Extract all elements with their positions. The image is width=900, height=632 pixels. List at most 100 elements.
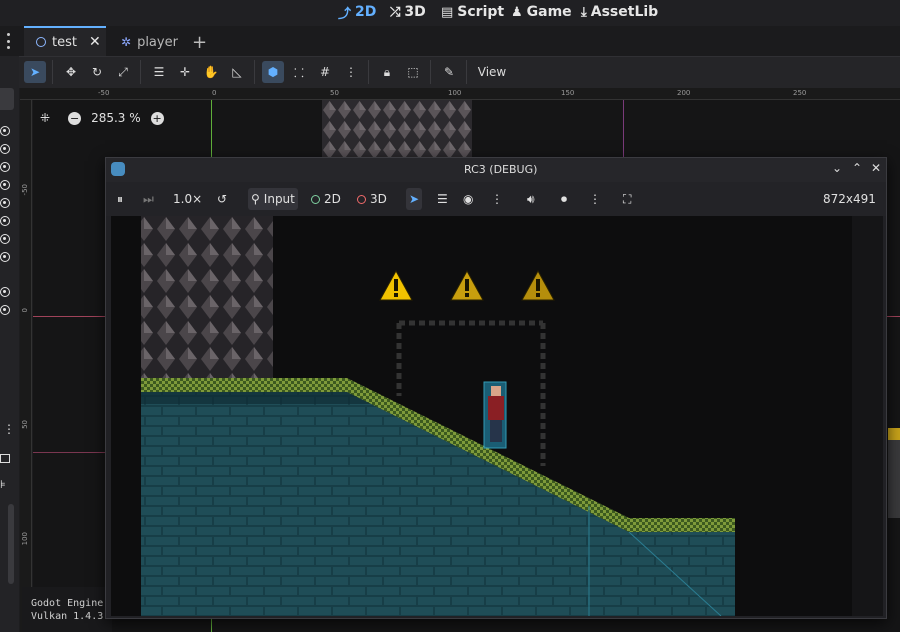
grid-icon: # — [319, 65, 331, 79]
cursor-icon: ➤ — [409, 192, 420, 206]
cursor-icon: ➤ — [29, 65, 41, 79]
tab-test[interactable]: test ✕ — [36, 32, 101, 52]
workspace-assetlib-button[interactable]: ⤓ AssetLib — [581, 2, 658, 22]
tab-player[interactable]: ✲ player — [121, 32, 178, 52]
character-icon: ✲ — [121, 35, 132, 49]
left-dock: ⋮ ⊧ — [0, 56, 19, 632]
close-icon[interactable]: ✕ — [89, 34, 101, 50]
rotate-tool-button[interactable]: ↻ — [86, 61, 108, 83]
dock-more-icon[interactable]: ⋮ — [3, 422, 15, 436]
filter-icon[interactable]: ⊧ — [0, 478, 6, 491]
visibility-toggle-button[interactable]: ◉ — [460, 188, 476, 210]
minimize-icon[interactable]: ⌄ — [832, 161, 842, 175]
close-icon[interactable]: ✕ — [871, 161, 881, 175]
center-view-icon[interactable]: ⁜ — [40, 111, 50, 125]
visibility-icon[interactable] — [0, 234, 10, 244]
3d-icon: ⤮ — [390, 4, 401, 20]
workspace-script-button[interactable]: ▤ Script — [441, 2, 504, 22]
lock-button[interactable]: 🔒︎ — [376, 61, 398, 83]
kebab-icon: ⋮ — [589, 192, 601, 206]
snap-options-button[interactable]: ⋮ — [340, 61, 362, 83]
pivot-tool-button[interactable]: ✛ — [174, 61, 196, 83]
game-list-button[interactable]: ☰ — [434, 188, 451, 210]
visibility-icon[interactable] — [0, 305, 10, 315]
zoom-out-button[interactable]: − — [68, 111, 82, 125]
more-icon[interactable] — [6, 33, 10, 49]
pixel-snap-button[interactable]: ⸬ — [288, 61, 310, 83]
2d-icon: ⤴ — [338, 6, 352, 22]
maximize-icon[interactable]: ⌃ — [852, 161, 862, 175]
assetlib-icon: ⤓ — [581, 4, 587, 20]
speed-selector[interactable]: 1.0× — [170, 188, 205, 210]
kebab-icon: ⋮ — [345, 65, 357, 79]
node3d-icon — [357, 194, 366, 204]
spike-wall-tiles — [322, 100, 472, 158]
smart-snap-button[interactable]: ⬢ — [262, 61, 284, 83]
skeleton-button[interactable]: ✎ — [438, 61, 460, 83]
lock-icon: 🔒︎ — [383, 64, 391, 79]
visibility-icon[interactable] — [0, 198, 10, 208]
mode-2d-button[interactable]: 2D — [308, 188, 344, 210]
workspace-3d-button[interactable]: ⤮ 3D — [390, 2, 426, 22]
group-icon: ⬚ — [407, 65, 419, 79]
group-button[interactable]: ⬚ — [402, 61, 424, 83]
camera-override-button[interactable]: ⏺ — [558, 188, 570, 210]
panel-icon[interactable] — [0, 454, 10, 463]
pan-tool-button[interactable]: ✋ — [200, 61, 222, 83]
scale-tool-button[interactable]: ⤢ — [112, 61, 134, 83]
godot-logo-icon — [111, 162, 125, 176]
horizontal-ruler: -50 0 50 100 150 200 250 — [20, 88, 900, 100]
window-titlebar[interactable]: RC3 (DEBUG) ⌄ ⌃ ✕ — [106, 158, 886, 182]
next-frame-button[interactable]: ⏭ — [140, 188, 157, 210]
snap-cube-icon: ⬢ — [267, 65, 279, 79]
visibility-icon[interactable] — [0, 126, 10, 136]
audio-button[interactable]: 🔊︎ — [524, 188, 538, 210]
kebab-icon: ⋮ — [491, 192, 503, 206]
visibility-options-button[interactable]: ⋮ — [488, 188, 506, 210]
suspend-button[interactable]: ⏸ — [114, 188, 126, 210]
ruler-tool-button[interactable]: ◺ — [226, 61, 248, 83]
vertical-ruler: -50 0 50 100 — [20, 100, 32, 632]
game-select-button[interactable]: ➤ — [406, 188, 423, 210]
eye-icon: ◉ — [463, 192, 474, 206]
visibility-icon[interactable] — [0, 144, 10, 154]
grid-snap-button[interactable]: # — [314, 61, 336, 83]
reset-icon: ↺ — [217, 192, 228, 206]
visibility-icon[interactable] — [0, 216, 10, 226]
magnet-icon: ⸬ — [294, 65, 304, 80]
game-viewport[interactable] — [111, 216, 883, 616]
scale-icon: ⤢ — [118, 64, 128, 79]
list-select-button[interactable]: ☰ — [148, 61, 170, 83]
viewport-boundary — [33, 452, 105, 453]
visibility-icon[interactable] — [0, 252, 10, 262]
zoom-level[interactable]: 285.3 % — [91, 111, 141, 125]
move-icon: ✥ — [65, 65, 77, 79]
list-icon: ☰ — [153, 65, 165, 79]
zoom-controls: ⁜ − 285.3 % + — [40, 108, 164, 128]
node2d-icon — [311, 194, 320, 204]
view-menu-button[interactable]: View — [474, 61, 510, 83]
move-tool-button[interactable]: ✥ — [60, 61, 82, 83]
mode-3d-button[interactable]: 3D — [354, 188, 390, 210]
visibility-icon[interactable] — [0, 162, 10, 172]
list-icon: ☰ — [437, 192, 448, 206]
dock-scrollbar[interactable] — [8, 504, 14, 584]
visibility-icon[interactable] — [0, 287, 10, 297]
add-tab-button[interactable]: + — [192, 32, 207, 53]
debug-game-window[interactable]: RC3 (DEBUG) ⌄ ⌃ ✕ ⏸ ⏭ 1.0× ↺ ⚲ Input 2D 3… — [105, 157, 887, 619]
workspace-game-button[interactable]: ♟ Game — [511, 2, 572, 22]
node2d-icon — [36, 37, 46, 47]
dock-scroll-thumb[interactable] — [0, 88, 14, 110]
select-tool-button[interactable]: ➤ — [24, 61, 46, 83]
camera-options-button[interactable]: ⋮ — [586, 188, 604, 210]
input-mode-button[interactable]: ⚲ Input — [248, 188, 298, 210]
player-character — [483, 381, 507, 449]
workspace-2d-button[interactable]: ⤴ 2D — [338, 2, 376, 22]
zoom-in-button[interactable]: + — [150, 111, 164, 125]
reset-speed-button[interactable]: ↺ — [214, 188, 230, 210]
fullscreen-button[interactable]: ⛶ — [620, 188, 634, 210]
visibility-icon[interactable] — [0, 180, 10, 190]
output-console: Godot Engine Vulkan 1.4.3 — [22, 587, 112, 632]
offscreen-tiles — [888, 428, 900, 518]
camera-icon: ⏺ — [561, 191, 568, 206]
